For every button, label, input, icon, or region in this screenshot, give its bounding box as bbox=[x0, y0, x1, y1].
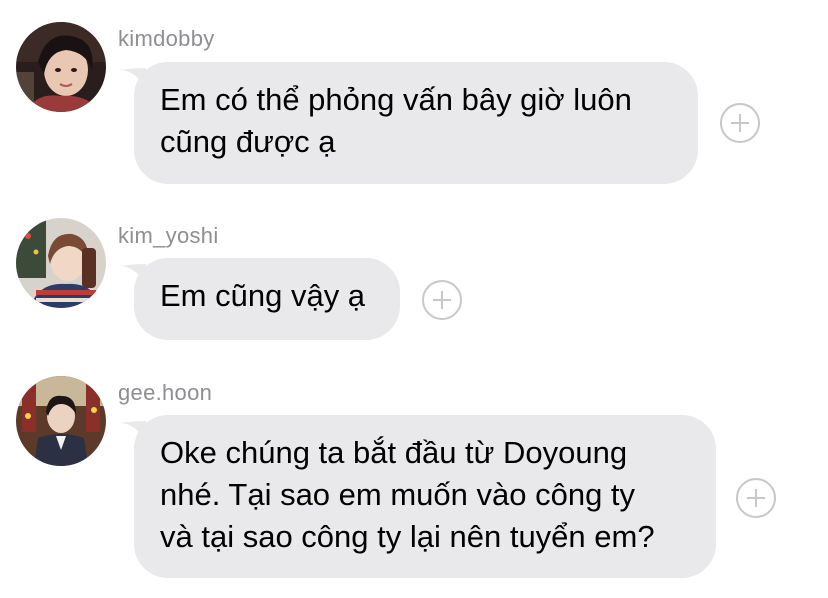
avatar[interactable] bbox=[16, 376, 106, 466]
message-text: Em cũng vậy ạ bbox=[134, 258, 400, 340]
username[interactable]: kim_yoshi bbox=[118, 223, 219, 249]
avatar-photo-icon bbox=[16, 22, 106, 112]
plus-icon bbox=[731, 114, 749, 132]
avatar-photo-icon bbox=[16, 218, 106, 308]
username[interactable]: gee.hoon bbox=[118, 380, 212, 406]
add-reaction-button[interactable] bbox=[422, 280, 462, 320]
plus-icon bbox=[433, 291, 451, 309]
plus-icon bbox=[747, 489, 765, 507]
avatar-photo-icon bbox=[16, 376, 106, 466]
add-reaction-button[interactable] bbox=[720, 103, 760, 143]
message-text: Em có thể phỏng vấn bây giờ luôn cũng đư… bbox=[134, 62, 698, 184]
avatar[interactable] bbox=[16, 22, 106, 112]
username[interactable]: kimdobby bbox=[118, 26, 215, 52]
avatar[interactable] bbox=[16, 218, 106, 308]
add-reaction-button[interactable] bbox=[736, 478, 776, 518]
message-text: Oke chúng ta bắt đầu từ Doyoung nhé. Tại… bbox=[134, 415, 716, 578]
